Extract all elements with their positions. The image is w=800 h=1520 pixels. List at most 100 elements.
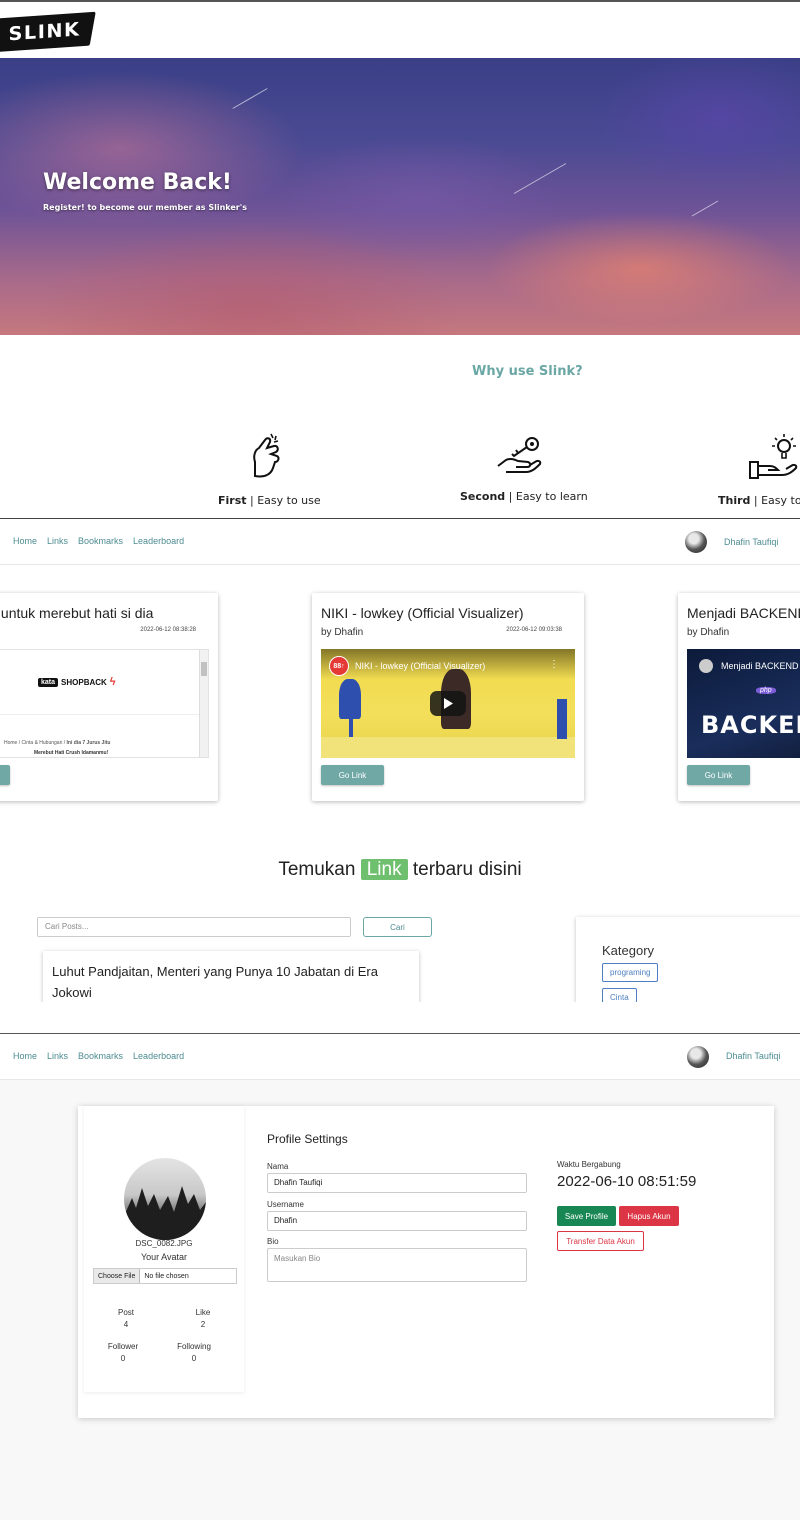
link-card: NIKI - lowkey (Official Visualizer) by D… bbox=[312, 593, 584, 801]
link-card: terbaik untuk merebut hati si dia 2022-0… bbox=[0, 593, 218, 801]
preview-breadcrumb-line2: Merebut Hati Crush Idamanmu! bbox=[34, 750, 109, 756]
stat-post: Post 4 bbox=[117, 1308, 134, 1329]
kebab-menu-icon[interactable]: ⋮ bbox=[549, 659, 559, 670]
profile-avatar bbox=[124, 1158, 206, 1240]
post-card[interactable]: Luhut Pandjaitan, Menteri yang Punya 10 … bbox=[43, 951, 419, 1002]
why-section: Why use Slink? First | Easy to use Secon… bbox=[0, 336, 800, 518]
preview-scrollbar[interactable] bbox=[199, 650, 208, 757]
file-status: No file chosen bbox=[144, 1272, 189, 1280]
post-title[interactable]: Luhut Pandjaitan, Menteri yang Punya 10 … bbox=[52, 961, 402, 1002]
play-button[interactable] bbox=[430, 691, 466, 716]
play-icon bbox=[444, 698, 453, 709]
card-date: 2022-06-12 08:38:28 bbox=[140, 627, 196, 633]
bio-label: Bio bbox=[267, 1237, 279, 1246]
joined-label: Waktu Bergabung bbox=[557, 1160, 621, 1169]
hero-streak-decoration bbox=[513, 163, 567, 194]
save-profile-button[interactable]: Save Profile bbox=[557, 1206, 616, 1226]
scrollbar-thumb[interactable] bbox=[201, 662, 207, 676]
feature-third: Third | Easy to a bbox=[718, 432, 800, 507]
slink-logo[interactable]: SLINK bbox=[0, 11, 96, 53]
card-title: terbaik untuk merebut hati si dia bbox=[0, 605, 154, 621]
hand-key-icon bbox=[497, 437, 542, 473]
category-tag-programing[interactable]: programing bbox=[602, 963, 659, 982]
search-input[interactable]: Cari Posts... bbox=[37, 917, 351, 937]
video-preview[interactable]: Menjadi BACKEND php BACKEND bbox=[687, 649, 800, 758]
avatar-caption: Your Avatar bbox=[140, 1252, 188, 1262]
feature-third-label: Third | Easy to a bbox=[718, 494, 800, 507]
lamp-decoration bbox=[339, 679, 361, 719]
video-title: Menjadi BACKEND bbox=[721, 661, 799, 671]
hero-streak-decoration bbox=[232, 88, 268, 109]
php-tag: php bbox=[756, 687, 776, 694]
category-tag-cinta[interactable]: Cinta bbox=[602, 988, 637, 1002]
hand-snap-icon bbox=[253, 433, 280, 478]
section-heading: Temukan Link terbaru disini bbox=[278, 859, 522, 880]
profile-page: Home Links Bookmarks Leaderboard Dhafin … bbox=[0, 1033, 800, 1520]
nav-leaderboard[interactable]: Leaderboard bbox=[133, 536, 184, 546]
nav-bookmarks[interactable]: Bookmarks bbox=[78, 1051, 123, 1061]
choose-file-button[interactable]: Choose File bbox=[94, 1269, 141, 1283]
nav-home[interactable]: Home bbox=[13, 1051, 37, 1061]
card-date: 2022-06-12 09:03:38 bbox=[506, 627, 562, 633]
category-title: Kategory bbox=[602, 943, 655, 958]
go-link-button[interactable] bbox=[0, 765, 10, 785]
avatar[interactable] bbox=[685, 531, 707, 553]
nav-links: Home Links Bookmarks Leaderboard bbox=[13, 1051, 184, 1061]
trees-photo bbox=[124, 1186, 206, 1240]
nama-label: Nama bbox=[267, 1162, 289, 1171]
video-preview[interactable]: 88↑ NIKI - lowkey (Official Visualizer) … bbox=[321, 649, 575, 758]
feature-first: First | Easy to use bbox=[218, 432, 321, 507]
backend-text: BACKEND bbox=[701, 711, 800, 739]
hero-subtitle: Register! to become our member as Slinke… bbox=[43, 203, 247, 212]
nav-user-name[interactable]: Dhafin Taufiqi bbox=[726, 1051, 780, 1061]
stat-following: Following 0 bbox=[177, 1342, 211, 1363]
navbar: Home Links Bookmarks Leaderboard Dhafin … bbox=[0, 1034, 800, 1080]
hand-lightbulb-icon bbox=[749, 434, 798, 479]
nav-bookmarks[interactable]: Bookmarks bbox=[78, 536, 123, 546]
transfer-data-button[interactable]: Transfer Data Akun bbox=[557, 1231, 644, 1251]
nav-leaderboard[interactable]: Leaderboard bbox=[133, 1051, 184, 1061]
hero-title: Welcome Back! bbox=[43, 170, 232, 195]
avatar-file-input[interactable]: Choose File No file chosen bbox=[93, 1268, 237, 1284]
why-title: Why use Slink? bbox=[472, 364, 583, 379]
page-title: Profile Settings bbox=[267, 1132, 348, 1146]
username-label: Username bbox=[267, 1200, 304, 1209]
channel-badge: 88↑ bbox=[329, 656, 349, 676]
landing-header: SLINK bbox=[0, 2, 800, 58]
card-preview[interactable]: ☰ kata SHOPBACK ϟ Home / Cinta & Hubunga… bbox=[0, 649, 209, 758]
go-link-button[interactable]: Go Link bbox=[321, 765, 384, 785]
nav-links-item[interactable]: Links bbox=[47, 1051, 68, 1061]
username-field[interactable]: Dhafin bbox=[267, 1211, 527, 1231]
stat-follower: Follower 0 bbox=[107, 1342, 139, 1363]
feature-second-label: Second | Easy to learn bbox=[460, 490, 588, 503]
avatar[interactable] bbox=[687, 1046, 709, 1068]
navbar: Home Links Bookmarks Leaderboard Dhafin … bbox=[0, 519, 800, 565]
category-card: Kategory programing Cinta bbox=[576, 917, 800, 1002]
delete-account-button[interactable]: Hapus Akun bbox=[619, 1206, 679, 1226]
stat-like: Like 2 bbox=[195, 1308, 211, 1329]
nama-field[interactable]: Dhafin Taufiqi bbox=[267, 1173, 527, 1193]
avatar-filename: DSC_0082.JPG bbox=[135, 1239, 193, 1248]
profile-card: DSC_0082.JPG Your Avatar Choose File No … bbox=[78, 1106, 774, 1418]
card-title: NIKI - lowkey (Official Visualizer) bbox=[321, 605, 524, 621]
nav-home[interactable]: Home bbox=[13, 536, 37, 546]
hero-streak-decoration bbox=[691, 200, 719, 217]
joined-value: 2022-06-10 08:51:59 bbox=[557, 1173, 697, 1190]
nav-links: Home Links Bookmarks Leaderboard bbox=[13, 536, 184, 546]
shopback-logo: kata SHOPBACK ϟ bbox=[38, 676, 116, 688]
channel-avatar bbox=[699, 659, 713, 673]
feature-first-label: First | Easy to use bbox=[218, 494, 321, 507]
preview-header: ☰ kata SHOPBACK ϟ bbox=[0, 650, 208, 715]
feature-second: Second | Easy to learn bbox=[460, 432, 588, 503]
nav-links-item[interactable]: Links bbox=[47, 536, 68, 546]
links-page: Home Links Bookmarks Leaderboard Dhafin … bbox=[0, 518, 800, 1002]
card-author: by Dhafin bbox=[321, 627, 364, 638]
bio-field[interactable]: Masukan Bio bbox=[267, 1248, 527, 1282]
go-link-button[interactable]: Go Link bbox=[687, 765, 750, 785]
avatar-panel: DSC_0082.JPG Your Avatar Choose File No … bbox=[84, 1106, 244, 1392]
nav-user-name[interactable]: Dhafin Taufiqi bbox=[724, 537, 778, 547]
video-title: NIKI - lowkey (Official Visualizer) bbox=[355, 661, 486, 671]
card-author: by Dhafin bbox=[687, 627, 730, 638]
logo-text: SLINK bbox=[7, 18, 81, 46]
search-button[interactable]: Cari bbox=[363, 917, 432, 937]
